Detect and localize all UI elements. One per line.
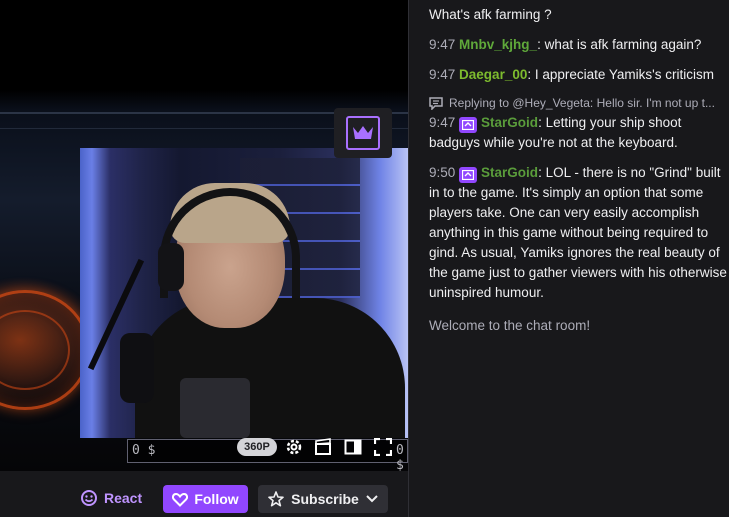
clip-button[interactable] [312, 436, 334, 458]
message-text: : I appreciate Yamiks's criticism [527, 67, 714, 82]
subscriber-crown-badge[interactable] [334, 108, 392, 158]
reply-context[interactable]: Replying to @Hey_Vegeta: Hello sir. I'm … [429, 94, 729, 112]
chat-message: 9:50 StarGoid: LOL - there is no "Grind"… [429, 163, 729, 303]
theatre-mode-button[interactable] [342, 436, 364, 458]
subscribe-button[interactable]: Subscribe [258, 485, 388, 513]
fullscreen-button[interactable] [372, 436, 394, 458]
react-button[interactable]: React [80, 484, 142, 512]
username[interactable]: Mnbv_kjhg_ [459, 37, 537, 52]
fullscreen-icon [374, 438, 392, 456]
timestamp: 9:47 [429, 37, 456, 52]
message-text: : LOL - there is no "Grind" built in to … [429, 165, 727, 300]
message-text: : what is afk farming again? [537, 37, 702, 52]
subscribe-label: Subscribe [291, 491, 359, 507]
hud-left-value: 0 $ [132, 443, 156, 458]
reply-text: Replying to @Hey_Vegeta: Hello sir. I'm … [449, 96, 715, 110]
video-player[interactable]: 0 $ 0 $ 360P [0, 0, 408, 471]
chevron-down-icon [366, 495, 378, 503]
gear-icon [286, 439, 302, 455]
star-icon [268, 491, 284, 507]
chat-message: What's afk farming ? [429, 5, 729, 25]
react-icon [81, 490, 97, 506]
timestamp: 9:47 [429, 115, 456, 130]
timestamp: 9:47 [429, 67, 456, 82]
react-label: React [104, 490, 143, 506]
vip-badge[interactable] [459, 117, 478, 133]
chat-message: 9:47 StarGoid: Letting your ship shoot b… [429, 113, 729, 153]
quality-badge[interactable]: 360P [237, 438, 277, 456]
heart-icon [172, 492, 189, 507]
timestamp: 9:50 [429, 165, 456, 180]
badge-icon [462, 170, 475, 180]
username[interactable]: StarGoid [481, 115, 538, 130]
follow-label: Follow [194, 491, 239, 507]
chat-panel: What's afk farming ? 9:47 Mnbv_kjhg_: wh… [409, 0, 729, 517]
badge-icon [462, 120, 475, 130]
webcam-overlay [80, 148, 408, 438]
reply-icon [429, 96, 443, 110]
welcome-message: Welcome to the chat room! [429, 318, 591, 333]
crown-icon [353, 126, 373, 139]
settings-button[interactable] [283, 436, 305, 458]
username[interactable]: Daegar_00 [459, 67, 527, 82]
message-text: What's afk farming ? [429, 7, 552, 22]
vip-badge[interactable] [459, 167, 478, 183]
chat-message: 9:47 Mnbv_kjhg_: what is afk farming aga… [429, 35, 729, 55]
chat-message: 9:47 Daegar_00: I appreciate Yamiks's cr… [429, 65, 729, 85]
username[interactable]: StarGoid [481, 165, 538, 180]
follow-button[interactable]: Follow [163, 485, 248, 513]
clip-icon [315, 438, 331, 455]
theatre-mode-icon [344, 439, 362, 455]
hud-right-value: 0 $ [396, 443, 404, 471]
